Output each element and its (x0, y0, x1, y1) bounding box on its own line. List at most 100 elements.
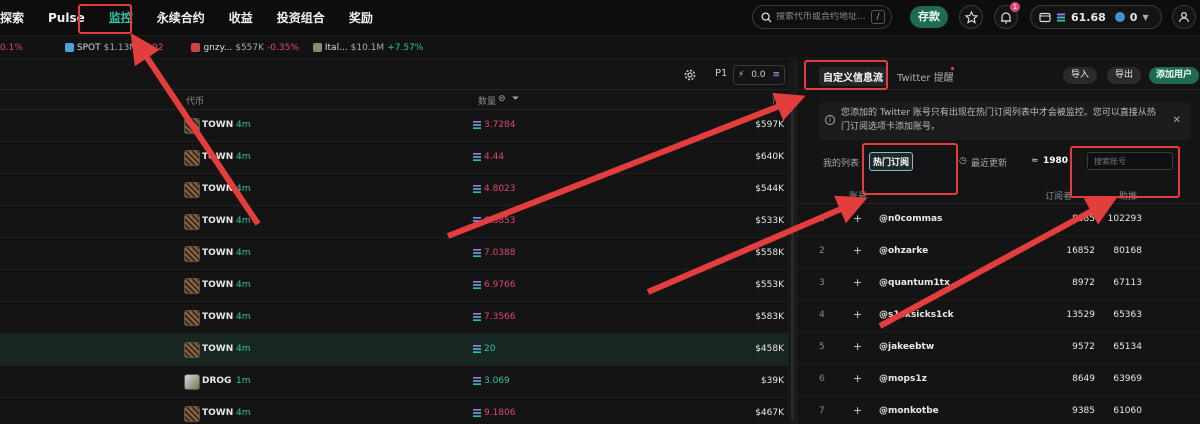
gear-icon[interactable] (684, 69, 696, 81)
filter-icon[interactable]: ⏷ (512, 94, 519, 104)
wallet-balance: 61.68 (1071, 10, 1106, 24)
subscriber-count: 16852 (1066, 246, 1095, 256)
ticker-value: $557K (235, 42, 265, 53)
rank: 6 (819, 374, 825, 384)
token-name[interactable]: TOWN (202, 120, 233, 130)
lightning-icon: ⚡ (738, 70, 745, 80)
token-logo-icon (184, 246, 200, 262)
token-name[interactable]: TOWN (202, 312, 233, 322)
add-icon[interactable]: + (853, 404, 862, 417)
ticker-item[interactable]: gnzy... $557K -0.35% (191, 42, 299, 53)
ticker-bar: 0.1% SPOT $1.13M -0.02 gnzy... $557K -0.… (0, 37, 1200, 59)
boost-count: 65363 (1113, 310, 1142, 320)
table-row[interactable]: 7 + @monkotbe 9385 61060 (797, 396, 1200, 424)
token-name[interactable]: TOWN (202, 344, 233, 354)
table-row[interactable]: TOWN 4m 20 $458K (0, 334, 796, 366)
ticker-value: $10.1M (350, 42, 385, 53)
table-row[interactable]: DROG 1m 3.069 $39K (0, 366, 796, 398)
table-row[interactable]: TOWN 4m 4.8023 $544K (0, 174, 796, 206)
rank: 1 (819, 214, 825, 224)
table-row[interactable]: TOWN 4m 6.3853 $533K (0, 206, 796, 238)
token-name[interactable]: TOWN (202, 152, 233, 162)
add-icon[interactable]: + (853, 276, 862, 289)
token-name[interactable]: TOWN (202, 408, 233, 418)
token-name[interactable]: TOWN (202, 280, 233, 290)
table-row[interactable]: 4 + @s1cksicks1ck 13529 65363 (797, 300, 1200, 332)
token-name[interactable]: TOWN (202, 248, 233, 258)
token-name[interactable]: DROG (202, 376, 231, 386)
add-icon[interactable]: + (853, 212, 862, 225)
table-row[interactable]: 5 + @jakeebtw 9572 65134 (797, 332, 1200, 364)
add-icon[interactable]: + (853, 340, 862, 353)
ticker-label: Ital... (324, 42, 348, 53)
annotation-box-custom-feed (804, 60, 888, 90)
annotation-box-hot-subs (862, 143, 958, 195)
tab-twitter-alerts[interactable]: Twitter 提醒 (897, 69, 954, 84)
add-user-button[interactable]: 添加用户 (1149, 67, 1199, 84)
twitter-handle[interactable]: @monkotbe (879, 406, 939, 416)
token-logo-icon (184, 278, 200, 294)
table-row[interactable]: TOWN 4m 4.44 $640K (0, 142, 796, 174)
trade-amount: 3.7284 (484, 120, 516, 130)
twitter-handle[interactable]: @jakeebtw (879, 342, 934, 352)
twitter-handle[interactable]: @n0commas (879, 214, 942, 224)
add-icon[interactable]: + (853, 308, 862, 321)
subtab-recent-updates[interactable]: 最近更新 (971, 156, 1007, 169)
twitter-handle[interactable]: @quantum1tx (879, 278, 950, 288)
favorites-button[interactable] (959, 5, 983, 29)
col-subscribers: 订阅者 (1045, 192, 1073, 202)
token-logo-icon (184, 118, 200, 134)
table-row[interactable]: TOWN 4m 7.0388 $558K (0, 238, 796, 270)
rank: 3 (819, 278, 825, 288)
nav-perpetuals[interactable]: 永续合约 (145, 9, 217, 26)
table-row[interactable]: TOWN 4m 7.3566 $583K (0, 302, 796, 334)
nav-rewards[interactable]: 奖励 (337, 9, 385, 26)
currency-toggle-icon[interactable]: ⊜ (498, 94, 506, 104)
scrollbar-thumb[interactable] (791, 100, 794, 420)
notifications-button[interactable]: 1 (994, 2, 1020, 29)
table-row[interactable]: 1 + @n0commas 8585 102293 (797, 204, 1200, 236)
ticker-item[interactable]: 0.1% (0, 43, 23, 53)
market-cap: $544K (755, 184, 784, 194)
token-logo-icon (191, 43, 201, 52)
table-row[interactable]: 2 + @ohzarke 16852 80168 (797, 236, 1200, 268)
export-button[interactable]: 导出 (1107, 67, 1141, 84)
nav-portfolio[interactable]: 投资组合 (265, 9, 337, 26)
trades-panel: P1 ⚡ 0.0 ≡ 代币 数量 ⊜ ⏷ 市值 TOWN 4m 3.7284 $597… (0, 60, 796, 424)
boost-count: 65134 (1113, 342, 1142, 352)
subtab-my-list[interactable]: 我的列表 (823, 156, 859, 169)
token-name[interactable]: TOWN (202, 184, 233, 194)
market-cap: $640K (755, 152, 784, 162)
add-icon[interactable]: + (853, 372, 862, 385)
table-row[interactable]: TOWN 4m 6.9766 $553K (0, 270, 796, 302)
quick-buy-amount[interactable]: ⚡ 0.0 ≡ (733, 65, 785, 85)
twitter-handle[interactable]: @mops1z (879, 374, 927, 384)
deposit-button[interactable]: 存款 (910, 6, 948, 28)
wallet-button[interactable]: 61.68 0 ▼ (1030, 5, 1162, 29)
token-name[interactable]: TOWN (202, 216, 233, 226)
ticker-item[interactable]: SPOT $1.13M -0.02 (64, 42, 163, 53)
import-button[interactable]: 导入 (1063, 67, 1097, 84)
search-input[interactable] (776, 12, 866, 22)
trades-toolbar: P1 ⚡ 0.0 ≡ (0, 60, 796, 90)
table-row[interactable]: TOWN 4m 3.7284 $597K (0, 110, 796, 142)
table-row[interactable]: 6 + @mops1z 8649 63969 (797, 364, 1200, 396)
trades-list: TOWN 4m 3.7284 $597K TOWN 4m 4.44 $640K TOWN 4m 4.… (0, 110, 796, 424)
nav-explore[interactable]: 探索 (0, 9, 36, 26)
add-icon[interactable]: + (853, 244, 862, 257)
twitter-handle[interactable]: @ohzarke (879, 246, 928, 256)
preset-selector[interactable]: P1 (715, 68, 727, 79)
nav-earn[interactable]: 收益 (217, 9, 265, 26)
rank: 5 (819, 342, 825, 352)
user-icon (1178, 11, 1190, 23)
unread-dot (951, 67, 954, 70)
ticker-value: $1.13M (103, 42, 138, 53)
account-button[interactable] (1172, 5, 1196, 29)
twitter-handle[interactable]: @s1cksicks1ck (879, 310, 954, 320)
info-icon: i (825, 115, 835, 125)
ticker-item[interactable]: Ital... $10.1M +7.57% (312, 42, 423, 53)
table-row[interactable]: TOWN 4m 9.1806 $467K (0, 398, 796, 424)
global-search[interactable]: / (752, 5, 892, 29)
table-row[interactable]: 3 + @quantum1tx 8972 67113 (797, 268, 1200, 300)
close-icon[interactable]: ✕ (1173, 114, 1181, 128)
